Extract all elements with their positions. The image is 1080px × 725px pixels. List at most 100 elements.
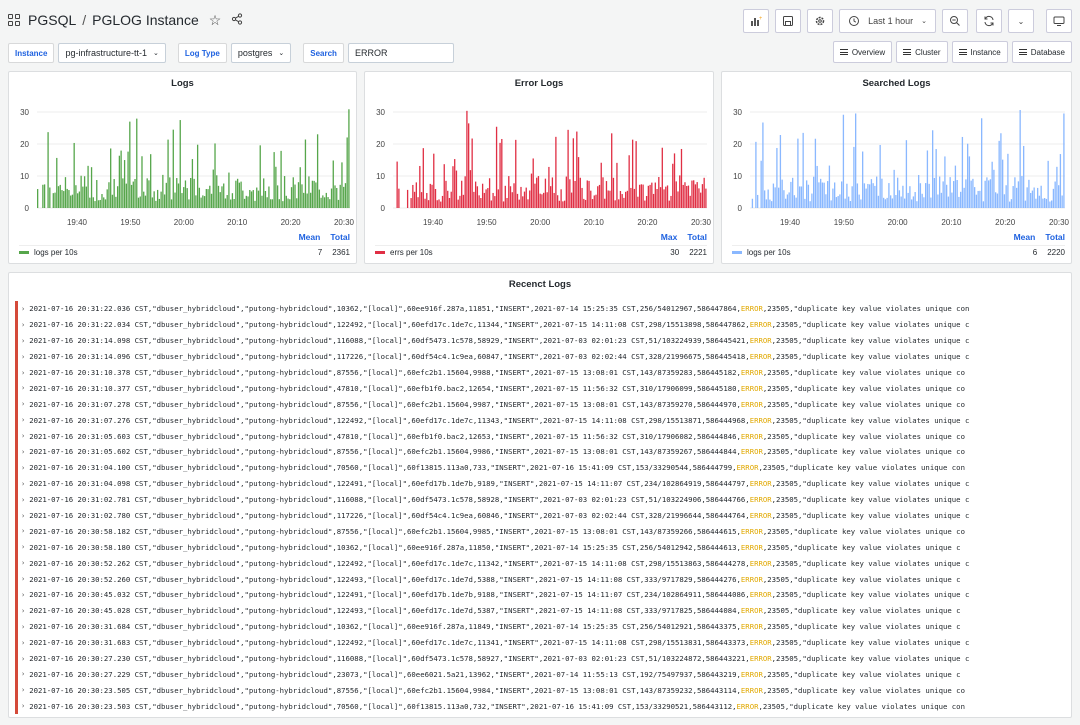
log-text: ,23505,"duplicate key value violates uni… [771,336,970,346]
log-row[interactable]: › 2021-07-16 20:30:31.684 CST,"dbuser_hyb… [15,618,1071,635]
link-cluster[interactable]: Cluster [896,41,948,63]
breadcrumb-folder[interactable]: PGSQL [28,12,76,28]
chevron-right-icon[interactable]: › [21,400,25,408]
logs-panel[interactable]: Logs 0 10 20 30 19:40 19:50 20:00 20:10 20:20 20:… [8,71,357,264]
bar [198,187,201,208]
chevron-right-icon[interactable]: › [21,432,25,440]
legend-col-total[interactable]: Total [330,232,350,242]
chevron-right-icon[interactable]: › [21,607,25,615]
chevron-right-icon[interactable]: › [21,702,25,710]
refresh-interval-dropdown[interactable]: ⌄ [1008,9,1034,33]
chevron-right-icon[interactable]: › [21,369,25,377]
legend-col-total[interactable]: Total [687,232,707,242]
bar [304,139,307,208]
searched-logs-panel[interactable]: Searched Logs 0 10 20 30 19:40 19:50 20:00 20:1… [721,71,1072,264]
legend-row[interactable]: logs per 10s 7 2361 [19,245,350,259]
chevron-right-icon[interactable]: › [21,527,25,535]
legend-col-max[interactable]: Max [661,232,678,242]
bar [897,177,899,208]
link-database[interactable]: Database [1011,41,1072,63]
chevron-right-icon[interactable]: › [21,384,25,392]
log-row[interactable]: › 2021-07-16 20:30:27.229 CST,"dbuser_hyb… [15,666,1071,683]
log-row[interactable]: › 2021-07-16 20:31:04.100 CST,"dbuser_hyb… [15,459,1071,476]
chevron-right-icon[interactable]: › [21,321,25,329]
chevron-right-icon[interactable]: › [21,416,25,424]
legend-row[interactable]: errs per 10s 30 2221 [375,245,707,259]
instance-select[interactable]: pg-infrastructure-tt-1 ⌄ [58,43,166,63]
log-row[interactable]: › 2021-07-16 20:30:52.260 CST,"dbuser_hyb… [15,571,1071,588]
bar [250,191,253,208]
log-row[interactable]: › 2021-07-16 20:30:58.180 CST,"dbuser_hyb… [15,539,1071,556]
chevron-right-icon[interactable]: › [21,591,25,599]
chevron-right-icon[interactable]: › [21,512,25,520]
log-text: 2021-07-16 20:30:31.684 CST,"dbuser_hybr… [29,622,741,632]
y-tick-label: 30 [20,108,29,117]
tv-mode-button[interactable] [1046,9,1072,33]
chevron-right-icon[interactable]: › [21,639,25,647]
log-type-select[interactable]: postgres ⌄ [230,43,292,63]
log-row[interactable]: › 2021-07-16 20:31:10.377 CST,"dbuser_hyb… [15,380,1071,397]
bar [874,185,876,208]
dashboard-title[interactable]: PGLOG Instance [92,12,199,28]
chevron-right-icon[interactable]: › [21,496,25,504]
log-row[interactable]: › 2021-07-16 20:31:07.276 CST,"dbuser_hyb… [15,412,1071,429]
chevron-right-icon[interactable]: › [21,305,25,313]
chevron-right-icon[interactable]: › [21,480,25,488]
chevron-right-icon[interactable]: › [21,655,25,663]
log-row[interactable]: › 2021-07-16 20:31:04.098 CST,"dbuser_hyb… [15,475,1071,492]
log-row[interactable]: › 2021-07-16 20:31:10.378 CST,"dbuser_hyb… [15,364,1071,381]
log-row[interactable]: › 2021-07-16 20:31:14.098 CST,"dbuser_hyb… [15,332,1071,349]
chevron-right-icon[interactable]: › [21,448,25,456]
chevron-right-icon[interactable]: › [21,353,25,361]
legend-col-total[interactable]: Total [1045,232,1065,242]
add-panel-button[interactable]: + [743,9,770,33]
save-dashboard-button[interactable] [775,9,802,33]
log-row[interactable]: › 2021-07-16 20:30:45.028 CST,"dbuser_hyb… [15,602,1071,619]
bar [1010,199,1013,208]
log-row[interactable]: › 2021-07-16 20:30:58.182 CST,"dbuser_hyb… [15,523,1071,540]
legend-col-mean[interactable]: Mean [1014,232,1036,242]
chevron-right-icon[interactable]: › [21,337,25,345]
chevron-right-icon[interactable]: › [21,464,25,472]
log-row[interactable]: › 2021-07-16 20:31:07.278 CST,"dbuser_hyb… [15,396,1071,413]
chevron-right-icon[interactable]: › [21,543,25,551]
log-row[interactable]: › 2021-07-16 20:30:23.503 CST,"dbuser_hyb… [15,698,1071,715]
chevron-right-icon[interactable]: › [21,623,25,631]
log-text: ,23505,"duplicate key value violates uni… [771,320,970,330]
chevron-right-icon[interactable]: › [21,686,25,694]
chevron-right-icon[interactable]: › [21,559,25,567]
link-instance[interactable]: Instance [951,41,1008,63]
chevron-right-icon[interactable]: › [21,670,25,678]
search-input[interactable]: ERROR [347,43,454,63]
link-overview[interactable]: Overview [832,41,893,63]
log-row[interactable]: › 2021-07-16 20:31:22.034 CST,"dbuser_hyb… [15,316,1071,333]
log-row[interactable]: › 2021-07-16 20:31:02.780 CST,"dbuser_hyb… [15,507,1071,524]
zoom-out-button[interactable] [942,9,968,33]
log-row[interactable]: › 2021-07-16 20:31:02.781 CST,"dbuser_hyb… [15,491,1071,508]
bar [799,186,801,208]
log-row[interactable]: › 2021-07-16 20:30:31.683 CST,"dbuser_hyb… [15,634,1071,651]
chevron-right-icon[interactable]: › [21,575,25,583]
log-row[interactable]: › 2021-07-16 20:31:05.602 CST,"dbuser_hyb… [15,444,1071,460]
recent-logs-panel[interactable]: Recenct Logs › 2021-07-16 20:31:22.036 CS… [8,272,1072,718]
dashboards-grid-icon[interactable] [8,14,20,26]
log-row[interactable]: › 2021-07-16 20:31:05.603 CST,"dbuser_hyb… [15,428,1071,445]
legend-col-mean[interactable]: Mean [299,232,321,242]
log-row[interactable]: › 2021-07-16 20:30:23.505 CST,"dbuser_hyb… [15,682,1071,699]
legend-row[interactable]: logs per 10s 6 2220 [732,245,1065,259]
bar [230,199,232,208]
settings-button[interactable] [807,9,834,33]
log-row[interactable]: › 2021-07-16 20:30:45.032 CST,"dbuser_hyb… [15,587,1071,603]
log-row[interactable]: › 2021-07-16 20:31:22.036 CST,"dbuser_hyb… [15,301,1071,317]
log-row[interactable]: › 2021-07-16 20:30:52.262 CST,"dbuser_hyb… [15,555,1071,572]
log-row[interactable]: › 2021-07-16 20:30:27.230 CST,"dbuser_hyb… [15,650,1071,667]
time-picker-button[interactable]: Last 1 hour ⌄ [839,9,936,33]
log-text: 2021-07-16 20:30:58.180 CST,"dbuser_hybr… [29,542,741,552]
star-icon[interactable]: ☆ [209,12,222,29]
refresh-button[interactable] [976,9,1002,33]
error-logs-panel[interactable]: Error Logs 0 10 20 30 19:40 19:50 20:00 20:10 20… [364,71,714,264]
share-icon[interactable] [231,12,243,28]
log-row[interactable]: › 2021-07-16 20:31:14.096 CST,"dbuser_hyb… [15,348,1071,365]
bar [323,197,326,208]
legend-header: Mean Total [1014,232,1065,242]
